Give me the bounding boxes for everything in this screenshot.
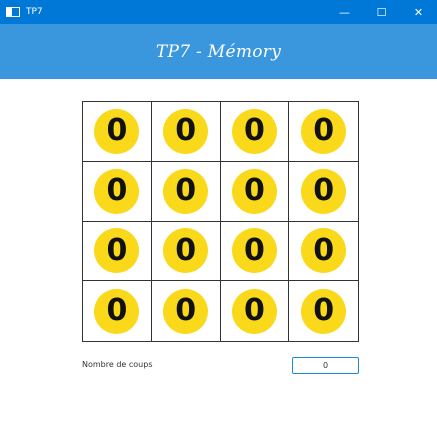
card-token[interactable]: 0 [301, 108, 347, 154]
board-cell[interactable]: 0 [152, 281, 221, 341]
board-cell[interactable]: 0 [220, 161, 290, 222]
card-token[interactable]: 0 [94, 288, 140, 334]
board-cell[interactable]: 0 [289, 281, 358, 341]
card-token[interactable]: 0 [231, 288, 277, 334]
page-title: TP7 - Mémory [155, 41, 282, 62]
board-cell[interactable]: 0 [83, 281, 152, 341]
card-token[interactable]: 0 [301, 168, 347, 214]
moves-count-field[interactable]: 0 [292, 357, 359, 374]
card-token[interactable]: 0 [163, 288, 209, 334]
app-header: TP7 - Mémory [0, 24, 437, 79]
board-cell[interactable]: 0 [289, 162, 358, 222]
card-token[interactable]: 0 [94, 168, 140, 214]
card-token[interactable]: 0 [163, 108, 209, 154]
board-cell[interactable]: 0 [83, 221, 152, 282]
minimize-button[interactable]: — [326, 0, 363, 24]
board-cell[interactable]: 0 [83, 161, 152, 222]
close-button[interactable]: ✕ [400, 0, 437, 24]
board-cell[interactable]: 0 [83, 102, 152, 162]
card-token[interactable]: 0 [163, 168, 209, 214]
card-token[interactable]: 0 [301, 288, 347, 334]
moves-label: Nombre de coups [82, 360, 153, 369]
card-token[interactable]: 0 [163, 228, 209, 274]
board-cell[interactable]: 0 [220, 221, 290, 282]
board-cell[interactable]: 0 [151, 161, 221, 222]
memory-board: 0 0 0 0 0 0 0 0 0 0 0 0 0 0 0 0 [82, 101, 359, 342]
board-cell[interactable]: 0 [289, 222, 358, 282]
board-cell[interactable]: 0 [289, 102, 358, 162]
window-controls: — ☐ ✕ [326, 0, 437, 24]
maximize-button[interactable]: ☐ [363, 0, 400, 24]
card-token[interactable]: 0 [231, 228, 277, 274]
card-token[interactable]: 0 [94, 108, 140, 154]
card-token[interactable]: 0 [301, 228, 347, 274]
board-cell[interactable]: 0 [151, 221, 221, 282]
board-cell[interactable]: 0 [221, 281, 290, 341]
board-cell[interactable]: 0 [220, 102, 290, 162]
window-title: TP7 [26, 7, 43, 17]
board-cell[interactable]: 0 [151, 102, 221, 162]
app-icon [6, 7, 20, 17]
card-token[interactable]: 0 [94, 228, 140, 274]
card-token[interactable]: 0 [231, 168, 277, 214]
card-token[interactable]: 0 [231, 108, 277, 154]
window-titlebar: TP7 — ☐ ✕ [0, 0, 437, 24]
